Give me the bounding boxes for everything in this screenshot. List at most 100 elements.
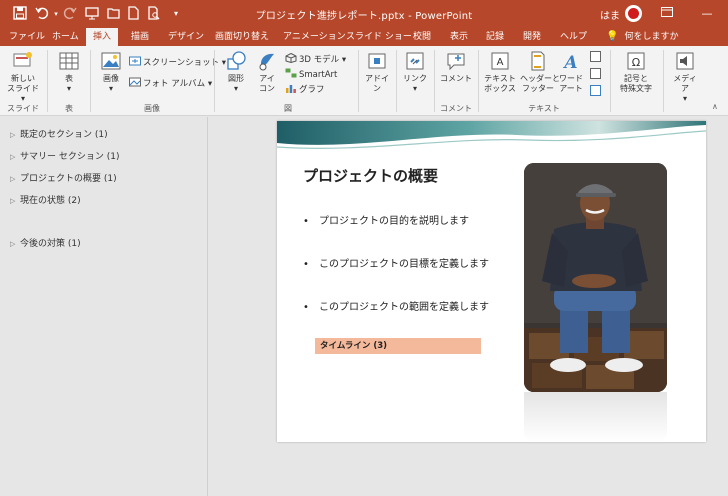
bullet-item[interactable]: • このプロジェクトの目標を定義します — [303, 255, 489, 270]
avatar[interactable] — [625, 5, 642, 22]
bullet-text: このプロジェクトの範囲を定義します — [319, 302, 489, 313]
tab-record[interactable]: 記録 — [486, 28, 504, 46]
chevron-down-icon: ▾ — [20, 94, 25, 103]
tab-view[interactable]: 表示 — [450, 28, 468, 46]
images-label: 画像 — [103, 74, 119, 83]
group-divider — [47, 50, 48, 112]
section-summary[interactable]: ▷ サマリー セクション (1) — [10, 149, 119, 162]
group-label-text: テキスト — [528, 104, 560, 113]
tab-developer[interactable]: 開発 — [523, 28, 541, 46]
smartart-icon — [285, 68, 297, 78]
smartart-button[interactable]: SmartArt — [285, 68, 337, 81]
slide-photo[interactable] — [524, 163, 667, 392]
group-divider — [358, 50, 359, 112]
icons-button[interactable]: アイ コン — [253, 50, 281, 94]
bullet-item[interactable]: • このプロジェクトの範囲を定義します — [303, 298, 489, 313]
tab-animations[interactable]: アニメーション — [283, 28, 346, 46]
tab-slideshow[interactable]: スライド ショー — [346, 28, 412, 46]
tab-design[interactable]: デザイン — [168, 28, 204, 46]
addins-button[interactable]: アドイ ン — [363, 50, 391, 94]
section-next-actions[interactable]: ▷ 今後の対策 (1) — [10, 236, 81, 249]
bullet-text: このプロジェクトの目標を定義します — [319, 259, 489, 270]
wordart-icon: A — [562, 53, 577, 72]
link-button[interactable]: リンク ▾ — [401, 50, 429, 94]
textbox-icon: A — [491, 52, 509, 70]
images-button[interactable]: 画像 ▾ — [97, 50, 125, 94]
shapes-icon — [227, 51, 246, 70]
object-icon[interactable] — [590, 85, 601, 96]
svg-text:A: A — [562, 53, 577, 72]
section-label: サマリー セクション (1) — [20, 152, 120, 162]
media-label: メディア — [673, 74, 697, 93]
minimize-icon[interactable]: — — [697, 4, 717, 24]
lightbulb-icon: 💡 — [606, 31, 619, 42]
bullet-text: プロジェクトの目的を説明します — [319, 216, 469, 227]
collapse-ribbon-icon[interactable]: ∧ — [712, 102, 718, 111]
link-icon — [406, 52, 424, 70]
ribbon: 新しい スライド ▾ スライド 表 ▾ 表 画像 ▾ スクリーンショット ▾ フ… — [0, 46, 728, 116]
bullet-dot-icon: • — [303, 259, 309, 270]
photo-album-button[interactable]: フォト アルバム ▾ — [129, 77, 212, 90]
header-footer-icon — [531, 51, 545, 71]
photo-album-icon — [129, 77, 141, 87]
bullet-item[interactable]: • プロジェクトの目的を説明します — [303, 212, 469, 227]
timeline-section-label[interactable]: タイムライン (3) — [315, 338, 481, 354]
chart-button[interactable]: グラフ — [285, 83, 325, 96]
tab-transitions[interactable]: 画面切り替え — [215, 28, 269, 46]
wordart-button[interactable]: A ワード アート — [557, 50, 585, 94]
addins-label: アドイ ン — [365, 74, 389, 93]
svg-text:Ω: Ω — [632, 56, 640, 69]
shapes-label: 図形 — [228, 74, 244, 83]
group-divider — [214, 50, 215, 112]
svg-text:A: A — [497, 57, 504, 68]
group-divider — [663, 50, 664, 112]
3d-models-button[interactable]: 3D モデル ▾ — [285, 53, 346, 66]
tell-me-label: 何をしますか — [624, 32, 679, 42]
header-footer-button[interactable]: ヘッダーと フッター — [520, 50, 560, 94]
chevron-down-icon: ▾ — [108, 84, 113, 93]
textbox-button[interactable]: A テキスト ボックス — [482, 50, 518, 94]
shapes-button[interactable]: 図形 ▾ — [222, 50, 250, 94]
ribbon-tabs: ファイル ホーム 挿入 描画 デザイン 画面切り替え アニメーション スライド … — [0, 28, 728, 46]
expand-arrow-icon[interactable]: ▷ — [10, 240, 20, 248]
image-icon — [101, 52, 121, 70]
section-project-overview[interactable]: ▷ プロジェクトの概要 (1) — [10, 171, 117, 184]
section-default[interactable]: ▷ 既定のセクション (1) — [10, 127, 108, 140]
section-current-status[interactable]: ▷ 現在の状態 (2) — [10, 193, 81, 206]
group-label-images: 画像 — [144, 104, 160, 113]
expand-arrow-icon[interactable]: ▷ — [10, 131, 20, 139]
tab-home[interactable]: ホーム — [52, 28, 79, 46]
slide-number-icon[interactable] — [590, 68, 601, 79]
chevron-down-icon: ▾ — [412, 84, 417, 93]
media-button[interactable]: メディア ▾ — [670, 50, 700, 104]
cube-icon — [285, 53, 297, 63]
tell-me-search[interactable]: 💡 何をしますか — [606, 28, 678, 46]
new-slide-button[interactable]: 新しい スライド ▾ — [5, 50, 41, 104]
section-label: 既定のセクション (1) — [20, 130, 108, 140]
header-footer-label: ヘッダーと フッター — [520, 74, 560, 93]
comment-button[interactable]: コメント — [440, 50, 472, 84]
ribbon-display-icon[interactable] — [657, 4, 677, 24]
icons-label: アイ コン — [259, 74, 275, 93]
group-divider — [434, 50, 435, 112]
tab-file[interactable]: ファイル — [9, 28, 45, 46]
chevron-down-icon: ▾ — [66, 84, 71, 93]
chart-icon — [286, 85, 296, 93]
tab-help[interactable]: ヘルプ — [560, 28, 587, 46]
expand-arrow-icon[interactable]: ▷ — [10, 153, 20, 161]
slide-title[interactable]: プロジェクトの概要 — [303, 165, 438, 186]
symbols-button[interactable]: Ω 記号と 特殊文字 — [614, 50, 658, 94]
user-name[interactable]: はま — [600, 7, 620, 22]
tab-draw[interactable]: 描画 — [131, 28, 149, 46]
chevron-down-icon: ▾ — [233, 84, 238, 93]
tab-review[interactable]: 校閲 — [413, 28, 431, 46]
tab-insert[interactable]: 挿入 — [86, 28, 119, 46]
screenshot-button[interactable]: スクリーンショット ▾ — [129, 56, 226, 69]
omega-icon: Ω — [627, 52, 645, 70]
expand-arrow-icon[interactable]: ▷ — [10, 175, 20, 183]
table-button[interactable]: 表 ▾ — [55, 50, 83, 94]
date-time-icon[interactable] — [590, 51, 601, 62]
table-label: 表 — [65, 74, 73, 83]
expand-arrow-icon[interactable]: ▷ — [10, 197, 20, 205]
current-slide[interactable]: プロジェクトの概要 • プロジェクトの目的を説明します • このプロジェクトの目標を… — [277, 121, 706, 442]
